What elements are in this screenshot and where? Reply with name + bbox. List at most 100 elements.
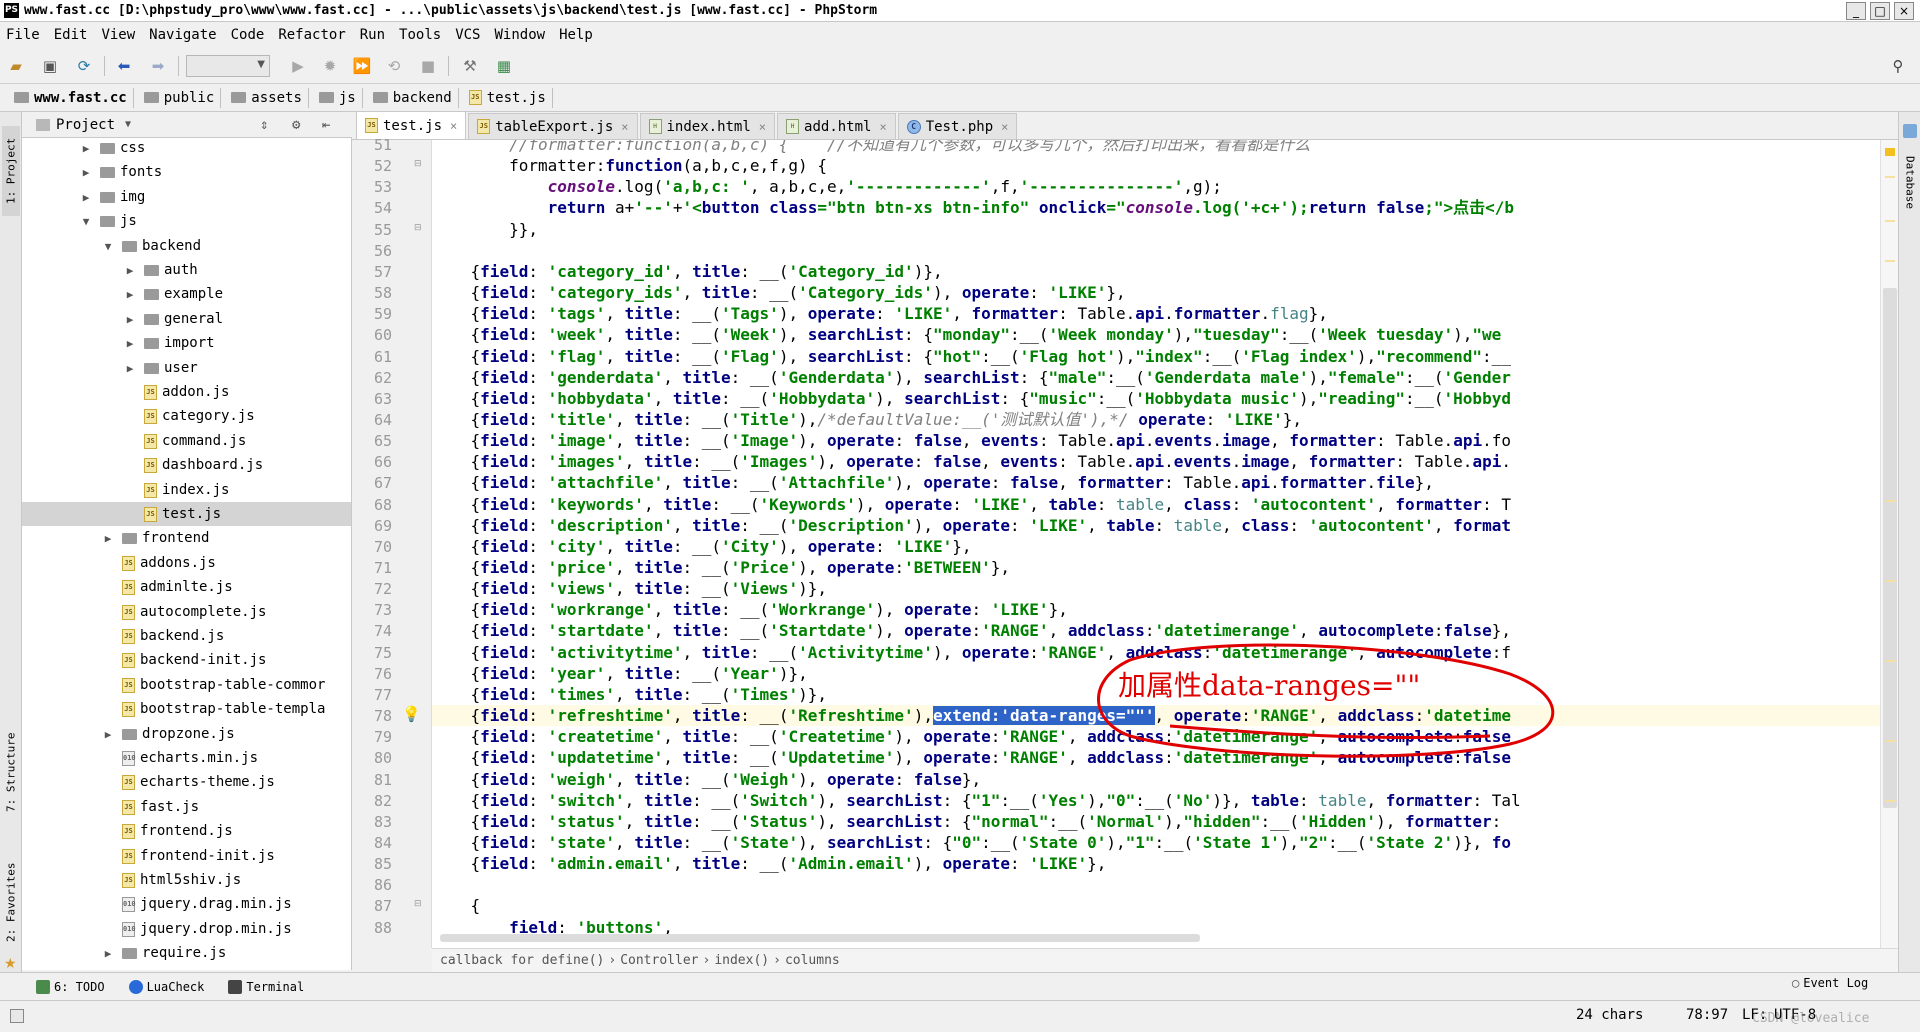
chevron-right-icon[interactable]: ▶	[100, 532, 116, 545]
code-line[interactable]: }},	[432, 219, 538, 240]
run-icon[interactable]: ▶	[288, 56, 308, 76]
code-line[interactable]: {field: 'genderdata', title: __('Genderd…	[432, 367, 1511, 388]
menu-item-code[interactable]: Code	[231, 27, 265, 43]
menu-item-help[interactable]: Help	[559, 27, 593, 43]
chevron-right-icon[interactable]: ▶	[78, 191, 94, 204]
horizontal-scrollbar-thumb[interactable]	[440, 934, 1200, 942]
structure-tool-tab[interactable]: 7: Structure	[2, 722, 20, 822]
tree-item-html5shiv-js[interactable]: JS html5shiv.js	[122, 868, 241, 892]
run-config-dropdown[interactable]: ▼	[186, 55, 270, 77]
project-tool-tab[interactable]: 1: Project	[2, 126, 20, 216]
close-tab-icon[interactable]: ×	[1001, 120, 1008, 134]
project-structure-icon[interactable]: ▦	[494, 56, 514, 76]
tree-item-frontend[interactable]: ▶ frontend	[100, 526, 210, 550]
close-icon[interactable]: ×	[1894, 2, 1914, 20]
menu-item-file[interactable]: File	[6, 27, 40, 43]
tree-item-require-js[interactable]: ▶ require.js	[100, 941, 227, 965]
tree-item-frontend-init-js[interactable]: JS frontend-init.js	[122, 844, 275, 868]
code-line[interactable]: {field: 'title', title: __('Title'),/*de…	[432, 409, 1302, 430]
code-line[interactable]: {field: 'week', title: __('Week'), searc…	[432, 324, 1502, 345]
settings-wrench-icon[interactable]: ⚒	[460, 56, 480, 76]
tree-item-echarts-theme-js[interactable]: JS echarts-theme.js	[122, 770, 275, 794]
tree-item-command-js[interactable]: JS command.js	[144, 429, 246, 453]
chevron-right-icon[interactable]: ▶	[100, 728, 116, 741]
code-line[interactable]: {field: 'description', title: __('Descri…	[432, 515, 1511, 536]
chevron-down-icon[interactable]: ▼	[78, 215, 94, 228]
code-line[interactable]: {field: 'state', title: __('State'), sea…	[432, 832, 1511, 853]
chevron-down-icon[interactable]: ▼	[100, 240, 116, 253]
chevron-right-icon[interactable]: ▶	[122, 313, 138, 326]
fold-marker-icon[interactable]: ⊟	[414, 899, 422, 909]
tab-index-html[interactable]: Hindex.html ×	[639, 113, 776, 139]
tree-item-example[interactable]: ▶ example	[122, 282, 223, 306]
chevron-right-icon[interactable]: ▶	[122, 362, 138, 375]
bottom-tool-luacheck[interactable]: LuaCheck	[128, 979, 204, 994]
menu-item-view[interactable]: View	[101, 27, 135, 43]
breadcrumb-backend[interactable]: backend	[369, 87, 459, 108]
tree-item-addon-js[interactable]: JS addon.js	[144, 380, 229, 404]
favorites-tool-tab[interactable]: 2: Favorites	[2, 852, 20, 952]
code-line[interactable]: {field: 'attachfile', title: __('Attachf…	[432, 472, 1434, 493]
tree-item-fonts[interactable]: ▶ fonts	[78, 160, 162, 184]
code-line[interactable]: {field: 'year', title: __('Year')},	[432, 663, 808, 684]
tab-test-php[interactable]: C Test.php ×	[897, 113, 1018, 139]
bottom-tool-terminal[interactable]: Terminal	[228, 979, 304, 994]
tree-item-test-js[interactable]: JS test.js	[22, 502, 351, 526]
tree-item-general[interactable]: ▶ general	[122, 307, 223, 331]
tree-item-import[interactable]: ▶ import	[122, 331, 215, 355]
menu-item-vcs[interactable]: VCS	[455, 27, 480, 43]
code-line[interactable]: //formatter:function(a,b,c) { //不知道有几个参数…	[432, 140, 1310, 155]
caret-position[interactable]: 78:97	[1686, 1007, 1728, 1023]
event-log-button[interactable]: ◯ Event Log	[1792, 976, 1868, 990]
code-line[interactable]: {field: 'price', title: __('Price'), ope…	[432, 557, 1011, 578]
sync-icon[interactable]: ⟳	[74, 56, 94, 76]
code-line[interactable]: console.log('a,b,c: ', a,b,c,e,'--------…	[432, 176, 1222, 197]
code-line[interactable]: {field: 'weigh', title: __('Weigh'), ope…	[432, 769, 982, 790]
code-line[interactable]: {field: 'switch', title: __('Switch'), s…	[432, 790, 1521, 811]
editor-scrollbar[interactable]	[1880, 140, 1898, 948]
code-line[interactable]: {field: 'admin.email', title: __('Admin.…	[432, 853, 1107, 874]
tree-item-backend-js[interactable]: JS backend.js	[122, 624, 224, 648]
tree-item-fast-js[interactable]: JS fast.js	[122, 795, 199, 819]
code-line[interactable]: {field: 'city', title: __('City'), opera…	[432, 536, 972, 557]
breadcrumb-file[interactable]: JS test.js	[465, 87, 553, 108]
tree-item-bootstrap-table-commor[interactable]: JS bootstrap-table-commor	[122, 673, 325, 697]
stop-icon[interactable]: ■	[418, 56, 438, 76]
code-line[interactable]: {field: 'keywords', title: __('Keywords'…	[432, 494, 1511, 515]
editor-breadcrumb-item[interactable]: Controller	[620, 953, 698, 968]
tree-item-img[interactable]: ▶ img	[78, 185, 146, 209]
collapse-all-icon[interactable]: ⇕	[260, 117, 268, 133]
fold-marker-icon[interactable]: ⊟	[414, 159, 422, 169]
code-line[interactable]: {field: 'category_ids', title: __('Categ…	[432, 282, 1126, 303]
code-line[interactable]: {field: 'status', title: __('Status'), s…	[432, 811, 1502, 832]
chevron-right-icon[interactable]: ▶	[78, 142, 94, 155]
menu-item-run[interactable]: Run	[360, 27, 385, 43]
code-line[interactable]: {field: 'views', title: __('Views')},	[432, 578, 827, 599]
project-panel-title[interactable]: Project	[56, 117, 115, 133]
chevron-right-icon[interactable]: ▶	[122, 337, 138, 350]
database-tool-tab[interactable]: Database	[1901, 142, 1919, 222]
gear-icon[interactable]: ⚙	[292, 117, 300, 133]
code-line[interactable]: {field: 'image', title: __('Image'), ope…	[432, 430, 1511, 451]
breadcrumb-assets[interactable]: assets	[227, 87, 309, 108]
tree-item-frontend-js[interactable]: JS frontend.js	[122, 819, 233, 843]
minimize-icon[interactable]: _	[1846, 2, 1866, 20]
tab-add-html[interactable]: Hadd.html ×	[777, 113, 896, 139]
maximize-icon[interactable]: □	[1870, 2, 1890, 20]
profile-icon[interactable]: ⟲	[384, 56, 404, 76]
close-tab-icon[interactable]: ×	[759, 120, 766, 134]
code-line[interactable]: return a+'--'+'<button class="btn btn-xs…	[432, 197, 1514, 218]
chevron-down-icon[interactable]: ▼	[125, 119, 131, 130]
tree-item-user[interactable]: ▶ user	[122, 356, 198, 380]
tree-item-jquery-drag-min-js[interactable]: 010 jquery.drag.min.js	[122, 892, 292, 916]
tree-item-bootstrap-table-templa[interactable]: JS bootstrap-table-templa	[122, 697, 325, 721]
tree-item-autocomplete-js[interactable]: JS autocomplete.js	[122, 600, 266, 624]
close-tab-icon[interactable]: ×	[450, 119, 457, 133]
tree-item-addons-js[interactable]: JS addons.js	[122, 551, 216, 575]
editor-breadcrumb-item[interactable]: columns	[785, 953, 840, 968]
code-line[interactable]: {field: 'tags', title: __('Tags'), opera…	[432, 303, 1328, 324]
tree-item-jquery-drop-min-js[interactable]: 010 jquery.drop.min.js	[122, 917, 292, 941]
tree-item-index-js[interactable]: JS index.js	[144, 478, 229, 502]
menu-item-window[interactable]: Window	[495, 27, 546, 43]
chevron-right-icon[interactable]: ▶	[122, 264, 138, 277]
